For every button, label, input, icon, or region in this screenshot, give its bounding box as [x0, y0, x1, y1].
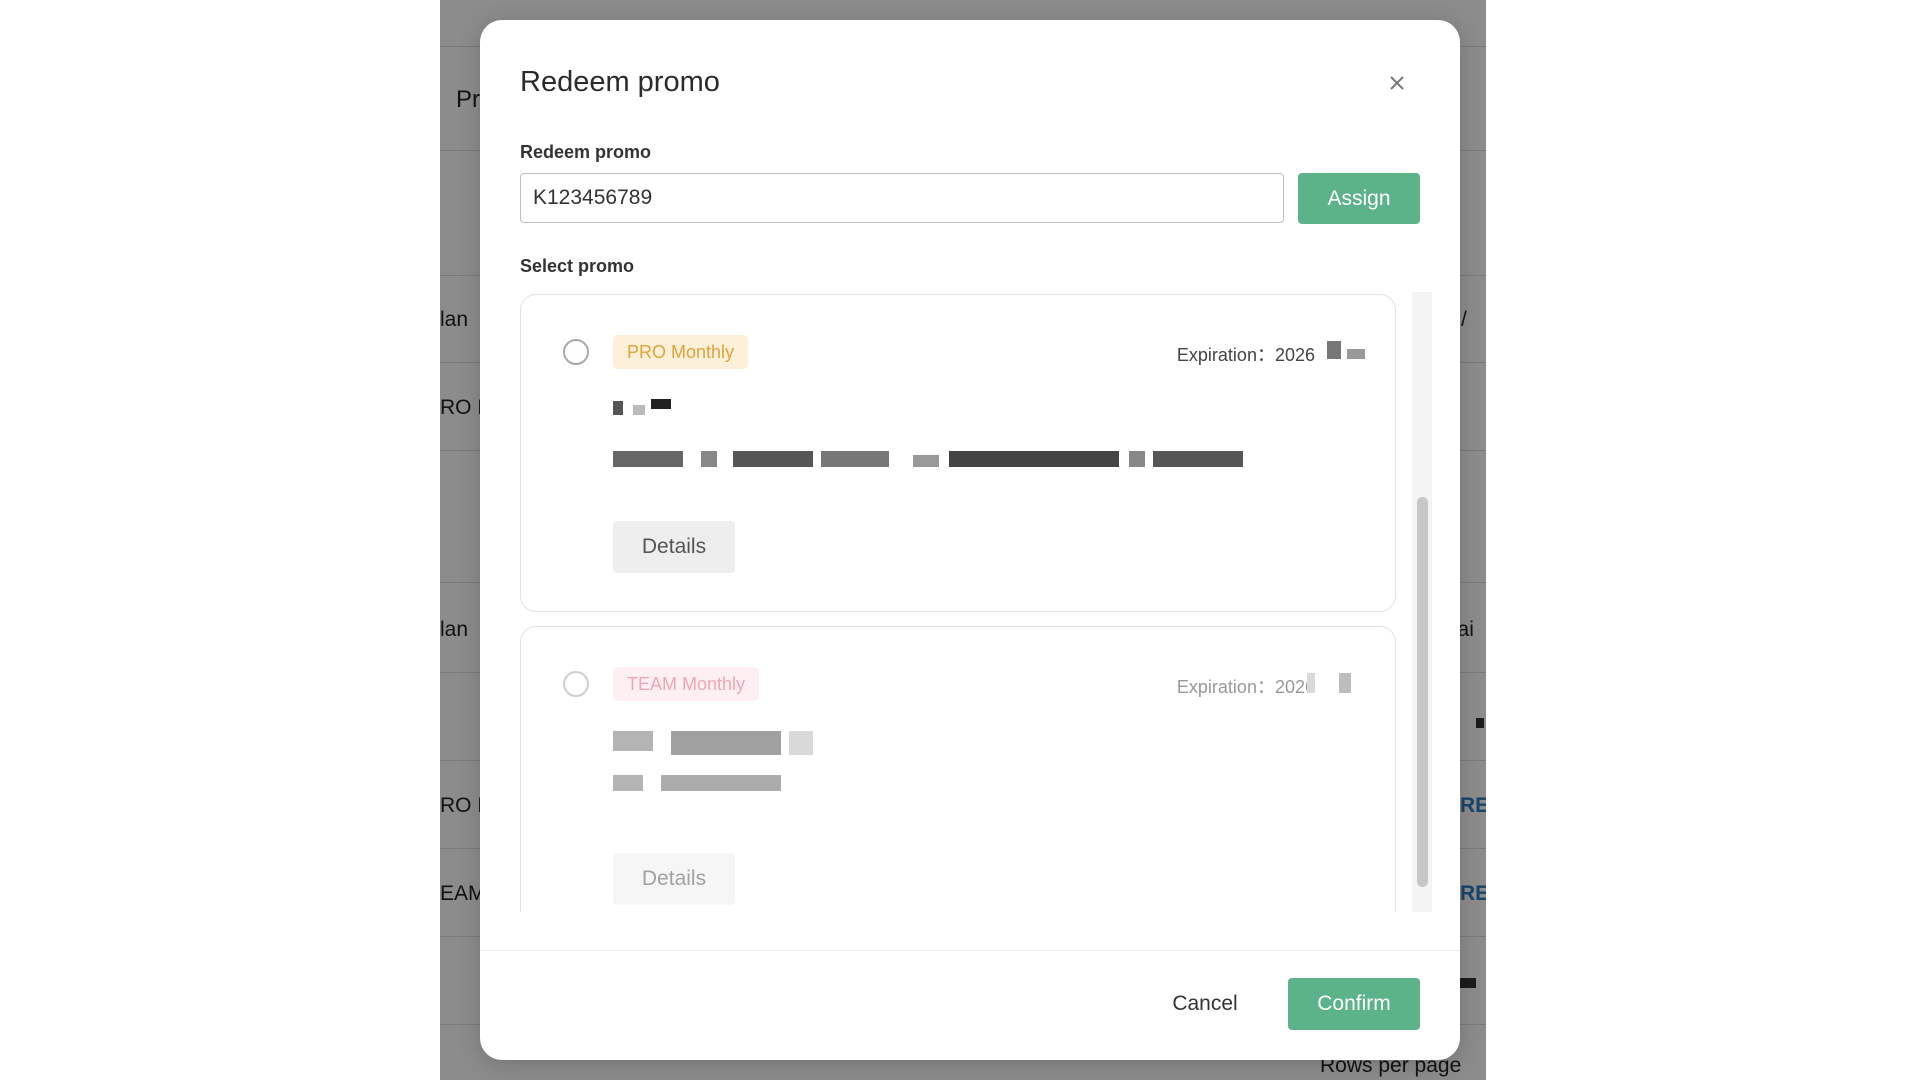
redacted-text: [613, 775, 643, 791]
redacted-description: [733, 451, 813, 467]
plan-badge: PRO Monthly: [613, 335, 749, 369]
confirm-button[interactable]: Confirm: [1288, 978, 1420, 1030]
radio-unchecked-icon[interactable]: [563, 339, 589, 365]
redacted-date: [1347, 349, 1365, 359]
dialog-title: Redeem promo: [520, 66, 720, 98]
promo-card[interactable]: PRO Monthly Expiration：2026 Details: [520, 294, 1396, 612]
details-button[interactable]: Details: [613, 853, 735, 905]
redacted-description: [701, 451, 717, 467]
select-promo-label: Select promo: [520, 256, 635, 276]
redacted-description: [913, 455, 939, 467]
redacted-description: [949, 451, 1119, 467]
redacted-text: [671, 731, 781, 755]
redacted-text: [661, 775, 781, 791]
expiration-label: Expiration：2026: [1176, 345, 1315, 365]
redacted-description: [1153, 451, 1243, 467]
plan-badge: TEAM Monthly: [613, 667, 760, 701]
redacted-date: [1339, 673, 1351, 693]
redacted-description: [1129, 451, 1145, 467]
radio-unchecked-icon[interactable]: [563, 671, 589, 697]
expiration-label: Expiration：2026: [1176, 677, 1315, 697]
scrollbar-thumb[interactable]: [1417, 497, 1428, 887]
redacted-text: [651, 399, 671, 409]
promo-card[interactable]: TEAM Monthly Expiration：2026 Details: [520, 626, 1396, 912]
redacted-description: [613, 451, 683, 467]
redacted-text: [633, 405, 645, 415]
redeem-promo-dialog: Redeem promo Redeem promo Assign Select …: [480, 20, 1460, 1060]
redacted-date: [1327, 341, 1341, 359]
footer-divider: [480, 950, 1460, 951]
redacted-description: [821, 451, 889, 467]
promo-code-input[interactable]: [520, 173, 1284, 223]
page: Pr lan ls / RO M lan etai RO M RE EAM RE…: [0, 0, 1920, 1080]
redeem-promo-label: Redeem promo: [520, 142, 652, 162]
redacted-text: [613, 401, 623, 415]
cancel-button[interactable]: Cancel: [1140, 978, 1270, 1030]
close-button[interactable]: [1380, 66, 1414, 100]
assign-button[interactable]: Assign: [1298, 173, 1420, 224]
redacted-date: [1307, 673, 1315, 693]
redacted-text: [789, 731, 813, 755]
details-button[interactable]: Details: [613, 521, 735, 573]
promo-list[interactable]: PRO Monthly Expiration：2026 Details TEAM…: [520, 292, 1432, 912]
close-icon: [1390, 76, 1404, 90]
redacted-text: [613, 731, 653, 751]
